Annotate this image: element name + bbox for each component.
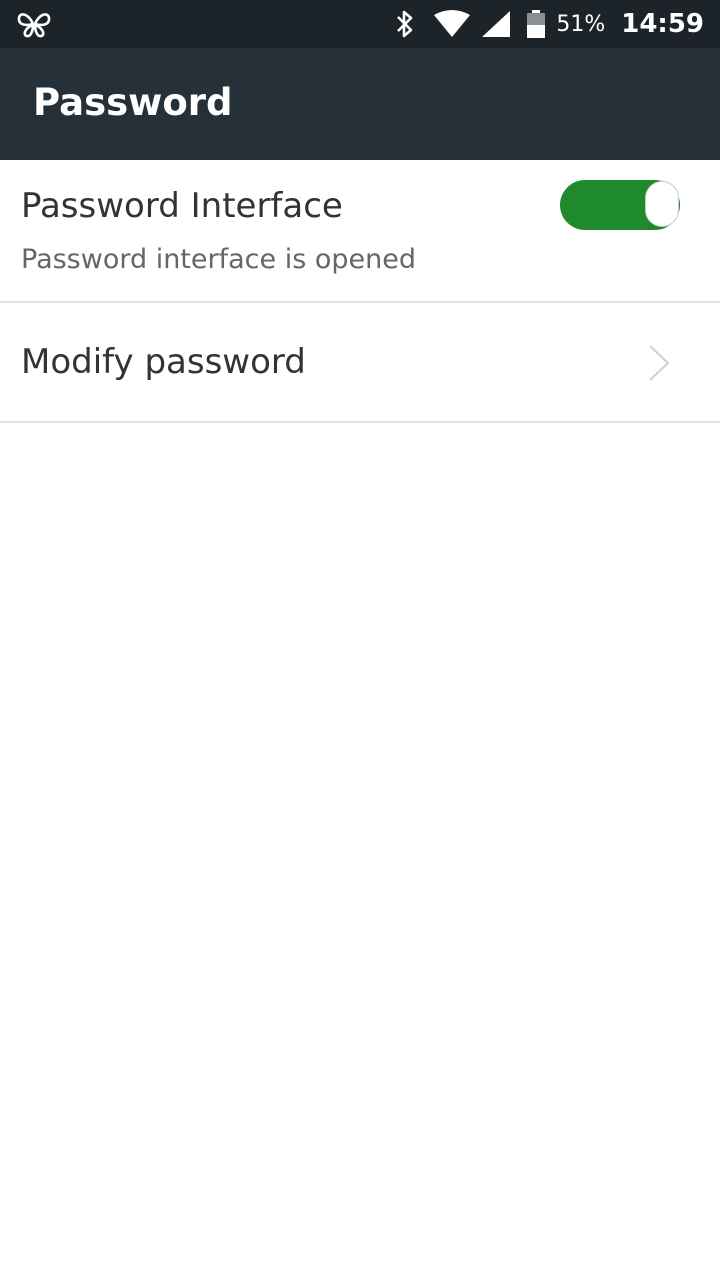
password-interface-toggle[interactable]	[560, 180, 680, 230]
battery-icon	[527, 10, 546, 38]
battery-percent: 51%	[556, 11, 606, 37]
bluetooth-icon	[397, 10, 413, 38]
clock: 14:59	[621, 9, 704, 39]
password-interface-status: Password interface is opened	[21, 244, 416, 275]
butterfly-icon	[17, 13, 51, 38]
page-title: Password	[33, 81, 233, 124]
modify-password-label: Modify password	[21, 342, 306, 382]
chevron-right-icon	[649, 345, 670, 381]
modify-password-row[interactable]: Modify password	[0, 303, 720, 423]
password-interface-title: Password Interface	[21, 186, 343, 226]
status-bar: 51% 14:59	[0, 0, 720, 48]
password-interface-row: Password Interface Password interface is…	[0, 160, 720, 303]
app-bar: Password	[0, 48, 720, 160]
status-icons: 51% 14:59	[394, 0, 704, 48]
wifi-icon	[434, 10, 471, 37]
toggle-knob	[645, 181, 679, 227]
signal-icon	[482, 11, 511, 37]
